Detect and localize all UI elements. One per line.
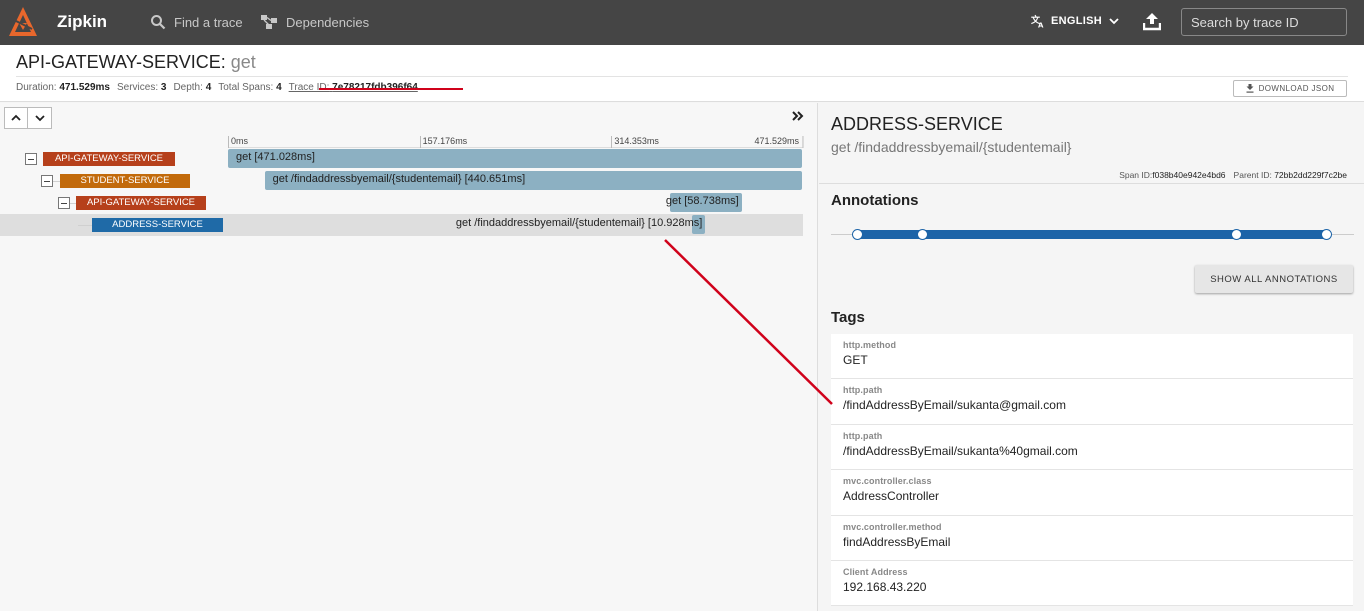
duration-stat: Duration: 471.529ms xyxy=(16,82,110,93)
timeline-tick: 471.529ms xyxy=(754,136,803,148)
app-name[interactable]: Zipkin xyxy=(57,12,107,32)
language-selector[interactable]: 文 A ENGLISH xyxy=(1031,14,1120,28)
service-badge[interactable]: STUDENT-SERVICE xyxy=(60,174,190,188)
tag-row: http.method GET xyxy=(831,334,1353,380)
nav-dependencies-label: Dependencies xyxy=(286,14,370,30)
depth-stat: Depth: 4 xyxy=(173,82,212,93)
trace-id-underline xyxy=(319,88,463,90)
chevron-down-icon xyxy=(1109,18,1119,25)
download-json-button[interactable]: DOWNLOAD JSON xyxy=(1233,80,1347,97)
tag-row: mvc.controller.method findAddressByEmail xyxy=(831,515,1353,561)
tag-value: /findAddressByEmail/sukanta%40gmail.com xyxy=(843,443,1078,458)
dependencies-icon xyxy=(261,15,277,29)
trace-id-search-input[interactable] xyxy=(1181,8,1347,36)
trace-timeline-panel: 0ms 157.176ms 314.353ms 471.529ms API-GATEW… xyxy=(0,103,818,611)
span-label: get /findaddressbyemail/{studentemail} [… xyxy=(455,217,703,229)
timeline-ruler: 0ms 157.176ms 314.353ms 471.529ms xyxy=(228,136,803,148)
chevron-up-icon xyxy=(11,114,21,121)
download-icon xyxy=(1246,84,1254,93)
language-label: ENGLISH xyxy=(1051,15,1102,27)
tags-heading: Tags xyxy=(831,309,865,326)
service-badge[interactable]: ADDRESS-SERVICE xyxy=(92,218,223,232)
search-icon xyxy=(151,15,166,30)
span-label: get /findaddressbyemail/{studentemail} [… xyxy=(272,173,526,185)
expand-collapse-controls xyxy=(4,107,52,129)
annotations-heading: Annotations xyxy=(831,192,919,209)
tag-key: mvc.controller.method xyxy=(843,521,942,532)
svg-text:A: A xyxy=(1038,22,1044,29)
tag-key: Client Address xyxy=(843,566,908,577)
top-bar: Zipkin Find a trace Dependencies 文 A ENG… xyxy=(0,0,1364,45)
chevron-down-icon xyxy=(34,115,45,122)
zipkin-logo-icon[interactable] xyxy=(8,6,38,38)
translate-icon: 文 A xyxy=(1031,14,1044,29)
annotation-point[interactable] xyxy=(1231,229,1242,240)
tag-value: 192.168.43.220 xyxy=(843,579,927,594)
service-badge[interactable]: API-GATEWAY-SERVICE xyxy=(43,152,175,166)
tag-key: mvc.controller.class xyxy=(843,476,932,487)
span-id: Span ID:f038b40e942e4bd6 xyxy=(1119,170,1226,180)
total-spans-stat: Total Spans: 4 xyxy=(218,82,282,93)
nav-dependencies[interactable]: Dependencies xyxy=(260,14,369,30)
tag-value: GET xyxy=(843,353,868,367)
tag-row: mvc.controller.class AddressController xyxy=(831,470,1353,516)
parent-id: Parent ID: 72bb2dd229f7c2be xyxy=(1233,170,1347,180)
annotation-point[interactable] xyxy=(917,229,928,240)
service-badge[interactable]: API-GATEWAY-SERVICE xyxy=(76,196,206,210)
tag-value: AddressController xyxy=(843,489,940,504)
tree-connector xyxy=(78,225,92,226)
root-span-method: get xyxy=(230,52,256,72)
download-json-label: DOWNLOAD JSON xyxy=(1258,84,1335,93)
collapse-toggle[interactable] xyxy=(58,197,70,209)
services-stat: Services: 3 xyxy=(116,82,167,93)
timeline-tick: 314.353ms xyxy=(611,136,659,148)
span-row[interactable]: ADDRESS-SERVICE get /findaddressbyemail/{… xyxy=(0,214,803,236)
span-ids: Span ID:f038b40e942e4bd6 Parent ID: 72bb… xyxy=(1119,170,1347,180)
expand-down-button[interactable] xyxy=(28,107,52,129)
annotation-point[interactable] xyxy=(852,229,863,240)
span-label: get [58.738ms] xyxy=(665,195,739,207)
double-chevron-right-icon[interactable] xyxy=(791,110,805,122)
tag-value: /findAddressByEmail/sukanta@gmail.com xyxy=(843,398,1066,413)
tag-row: http.path/findAddressByEmail/sukanta%40g… xyxy=(831,424,1353,471)
collapse-toggle[interactable] xyxy=(41,175,53,187)
detail-service-name: ADDRESS-SERVICE xyxy=(831,114,1003,134)
span-row[interactable]: API-GATEWAY-SERVICE get [471.028ms] xyxy=(0,148,803,170)
page-title: API-GATEWAY-SERVICE: get xyxy=(16,52,256,73)
tag-row: http.path/findAddressByEmail/sukanta@gma… xyxy=(831,379,1353,425)
nav-find-trace-label: Find a trace xyxy=(174,14,243,30)
collapse-up-button[interactable] xyxy=(4,107,28,129)
span-row[interactable]: STUDENT-SERVICE get /findaddressbyemail/{… xyxy=(0,170,803,192)
show-all-annotations-button[interactable]: SHOW ALL ANNOTATIONS xyxy=(1195,265,1353,293)
span-label: get [471.028ms] xyxy=(236,151,315,163)
span-row[interactable]: API-GATEWAY-SERVICE get [58.738ms] xyxy=(0,192,803,214)
tag-key: http.path xyxy=(843,430,883,441)
tag-value: findAddressByEmail xyxy=(843,534,951,549)
tags-list: http.method GET http.path/findAddressByEma… xyxy=(831,334,1353,607)
tag-key: http.path xyxy=(843,385,883,396)
timeline-tick: 0ms xyxy=(228,136,248,148)
upload-icon[interactable] xyxy=(1143,12,1161,31)
timeline-tick: 157.176ms xyxy=(419,136,467,148)
tag-row: Client Address 192.168.43.220 xyxy=(831,560,1353,607)
nav-find-trace[interactable]: Find a trace xyxy=(150,14,243,30)
detail-divider xyxy=(819,183,1364,184)
collapse-toggle[interactable] xyxy=(25,153,37,165)
tag-key: http.method xyxy=(843,340,897,350)
detail-span-name: get /findaddressbyemail/{studentemail} xyxy=(831,139,1072,155)
root-service-name: API-GATEWAY-SERVICE: xyxy=(16,52,226,72)
header-divider xyxy=(16,76,1348,77)
span-detail-panel: ADDRESS-SERVICE get /findaddressbyemail/… xyxy=(819,103,1364,611)
annotation-point[interactable] xyxy=(1321,229,1332,240)
trace-header: API-GATEWAY-SERVICE: get Duration: 471.5… xyxy=(0,45,1364,102)
